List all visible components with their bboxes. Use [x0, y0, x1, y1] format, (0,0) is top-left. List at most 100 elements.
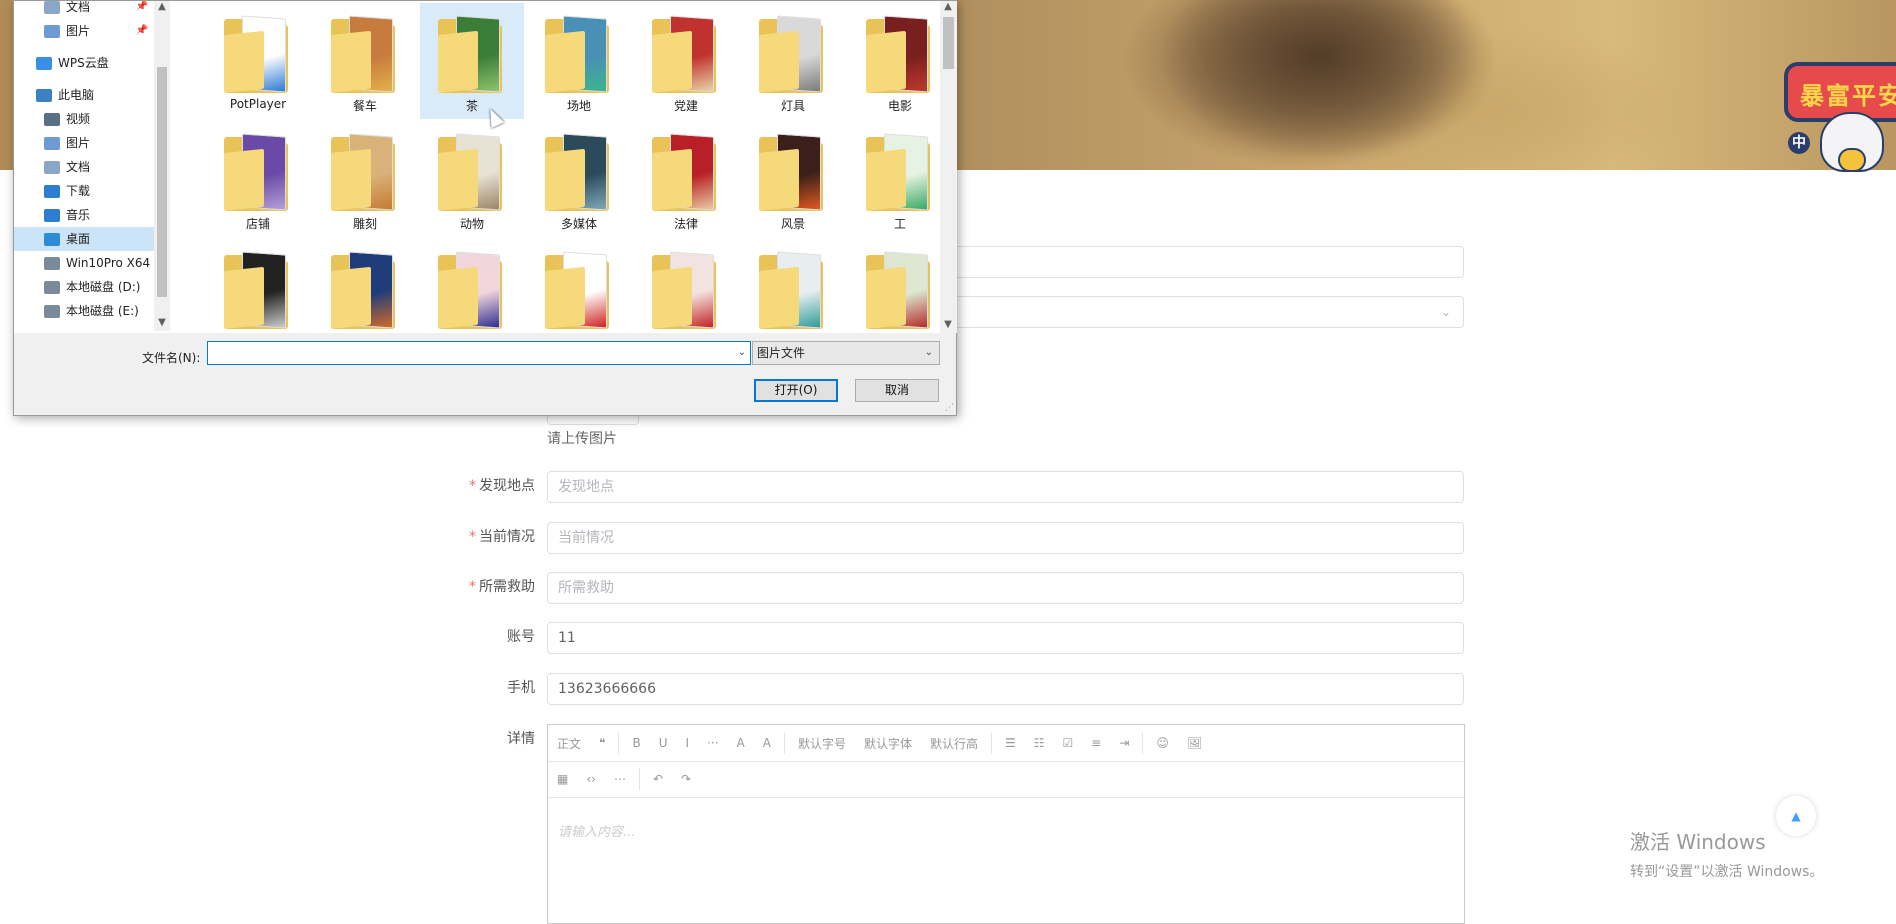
- folder-item[interactable]: 党建: [634, 3, 738, 119]
- folder-item[interactable]: [741, 239, 845, 333]
- folder-item[interactable]: [634, 239, 738, 333]
- folder-item[interactable]: [206, 239, 310, 333]
- nav-item[interactable]: 本地磁盘 (D:): [14, 275, 154, 299]
- folder-label: 党建: [673, 99, 698, 113]
- toolbar-button[interactable]: 正文: [548, 735, 590, 752]
- nav-item[interactable]: Win10Pro X64: [14, 251, 154, 275]
- open-button[interactable]: 打开(O): [754, 379, 838, 402]
- toolbar-button[interactable]: 默认字体: [855, 735, 921, 752]
- toolbar-button[interactable]: A: [754, 736, 780, 750]
- folder-label: 茶: [465, 99, 478, 113]
- toolbar-button[interactable]: 默认字号: [789, 735, 855, 752]
- help-input[interactable]: 所需救助: [547, 572, 1464, 604]
- folder-item[interactable]: 电影: [848, 3, 939, 119]
- required-mark: *: [469, 478, 476, 494]
- cancel-button[interactable]: 取消: [855, 379, 939, 402]
- folder-item[interactable]: PotPlayer: [206, 3, 310, 119]
- folder-item[interactable]: [848, 239, 939, 333]
- folder-item[interactable]: 店铺: [206, 121, 310, 237]
- situation-label: * 当前情况: [469, 529, 535, 545]
- required-mark: *: [469, 579, 476, 595]
- toolbar-button[interactable]: ☷: [1025, 736, 1054, 750]
- toolbar-button[interactable]: ⇥: [1110, 736, 1138, 750]
- toolbar-button[interactable]: ▦: [548, 772, 577, 786]
- nav-item[interactable]: 本地磁盘 (E:): [14, 299, 154, 323]
- toolbar-button[interactable]: A: [728, 736, 754, 750]
- folder-item[interactable]: 雕刻: [313, 121, 417, 237]
- phone-label: 手机: [507, 680, 535, 696]
- phone-input[interactable]: 13623666666: [547, 673, 1464, 705]
- folder-icon: [866, 15, 930, 93]
- nav-item[interactable]: 视频: [14, 107, 154, 131]
- banner-animal-image: [1100, 0, 1540, 170]
- toolbar-button[interactable]: ❝: [590, 736, 614, 750]
- picture-icon: [44, 25, 60, 38]
- folder-icon: [224, 133, 288, 211]
- folder-item[interactable]: 茶: [420, 3, 524, 119]
- folder-item[interactable]: 多媒体: [527, 121, 631, 237]
- toolbar-button[interactable]: 🖼: [1178, 736, 1211, 750]
- folder-item[interactable]: 风景: [741, 121, 845, 237]
- nav-item[interactable]: 音乐: [14, 203, 154, 227]
- toolbar-button[interactable]: ↶: [644, 772, 672, 786]
- toolbar-button[interactable]: 默认行高: [921, 735, 987, 752]
- rich-text-editor[interactable]: 正文 ❝ B U I ··· A A 默认字号 默认字体 默认行高 ☰ ☷ ☑ ≡ ⇥ ☺ 🖼 ▦ ‹› ⋯ ↶ ↷ 请输…: [547, 724, 1465, 924]
- toolbar-button[interactable]: B: [623, 736, 649, 750]
- folder-icon: [438, 251, 502, 329]
- toolbar-button[interactable]: ↷: [672, 772, 700, 786]
- folder-item[interactable]: [527, 239, 631, 333]
- folder-item[interactable]: 场地: [527, 3, 631, 119]
- nav-item[interactable]: 图片: [14, 131, 154, 155]
- situation-input[interactable]: 当前情况: [547, 522, 1464, 554]
- editor-placeholder[interactable]: 请输入内容...: [558, 821, 635, 840]
- nav-item[interactable]: 下载: [14, 179, 154, 203]
- nav-item-label: 本地磁盘 (D:): [66, 280, 141, 294]
- folder-label: 多媒体: [560, 217, 597, 231]
- scroll-up-arrow-icon[interactable]: ▲: [154, 1, 170, 12]
- toolbar-button[interactable]: ☰: [996, 736, 1025, 750]
- account-input[interactable]: 11: [547, 622, 1464, 654]
- scroll-down-arrow-icon[interactable]: ▼: [940, 319, 956, 330]
- chevron-down-icon[interactable]: ⌄: [738, 342, 746, 364]
- file-type-select[interactable]: 图片文件 ⌄: [752, 341, 940, 365]
- music-icon: [44, 209, 60, 222]
- folder-item[interactable]: 灯具: [741, 3, 845, 119]
- toolbar-button[interactable]: ‹›: [577, 772, 605, 786]
- location-input[interactable]: 发现地点: [547, 471, 1464, 503]
- file-scroll-thumb[interactable]: [943, 17, 954, 69]
- scroll-up-arrow-icon[interactable]: ▲: [940, 1, 956, 12]
- folder-item[interactable]: 工: [848, 121, 939, 237]
- file-scrollbar[interactable]: ▲ ▼: [940, 1, 957, 333]
- cloud-icon: [36, 57, 52, 70]
- folder-item[interactable]: [313, 239, 417, 333]
- nav-scroll-thumb[interactable]: [157, 67, 167, 297]
- folder-item[interactable]: [420, 239, 524, 333]
- toolbar-button[interactable]: U: [650, 736, 677, 750]
- nav-scrollbar[interactable]: ▲ ▼: [154, 1, 170, 331]
- toolbar-separator: [618, 732, 620, 754]
- nav-item[interactable]: WPS云盘: [14, 51, 154, 75]
- toolbar-button[interactable]: ⋯: [605, 772, 635, 786]
- nav-item-label: 文档: [66, 1, 91, 14]
- nav-item[interactable]: 桌面: [14, 227, 154, 251]
- folder-icon: [652, 15, 716, 93]
- toolbar-button[interactable]: ≡: [1082, 736, 1110, 750]
- filename-input[interactable]: ⌄: [207, 341, 751, 365]
- folder-item[interactable]: 法律: [634, 121, 738, 237]
- scroll-down-arrow-icon[interactable]: ▼: [154, 317, 170, 328]
- nav-item[interactable]: 图片 📌: [14, 19, 154, 43]
- folder-item[interactable]: 餐车: [313, 3, 417, 119]
- toolbar-button[interactable]: ···: [698, 736, 727, 750]
- nav-item-label: 图片: [66, 136, 91, 150]
- folder-item[interactable]: 动物: [420, 121, 524, 237]
- folder-icon: [331, 15, 395, 93]
- file-list-pane: PotPlayer 餐车 茶 场地 党建 灯具 电影店铺 雕刻 动物 多媒体 法律 风景 工: [171, 1, 939, 333]
- folder-icon: [545, 133, 609, 211]
- toolbar-button[interactable]: ☺: [1147, 736, 1178, 750]
- nav-item[interactable]: 此电脑: [14, 83, 154, 107]
- nav-item[interactable]: 文档 📌: [14, 1, 154, 19]
- resize-grip-icon[interactable]: ⋰: [945, 403, 954, 413]
- nav-item[interactable]: 文档: [14, 155, 154, 179]
- toolbar-button[interactable]: I: [677, 736, 699, 750]
- toolbar-button[interactable]: ☑: [1054, 736, 1083, 750]
